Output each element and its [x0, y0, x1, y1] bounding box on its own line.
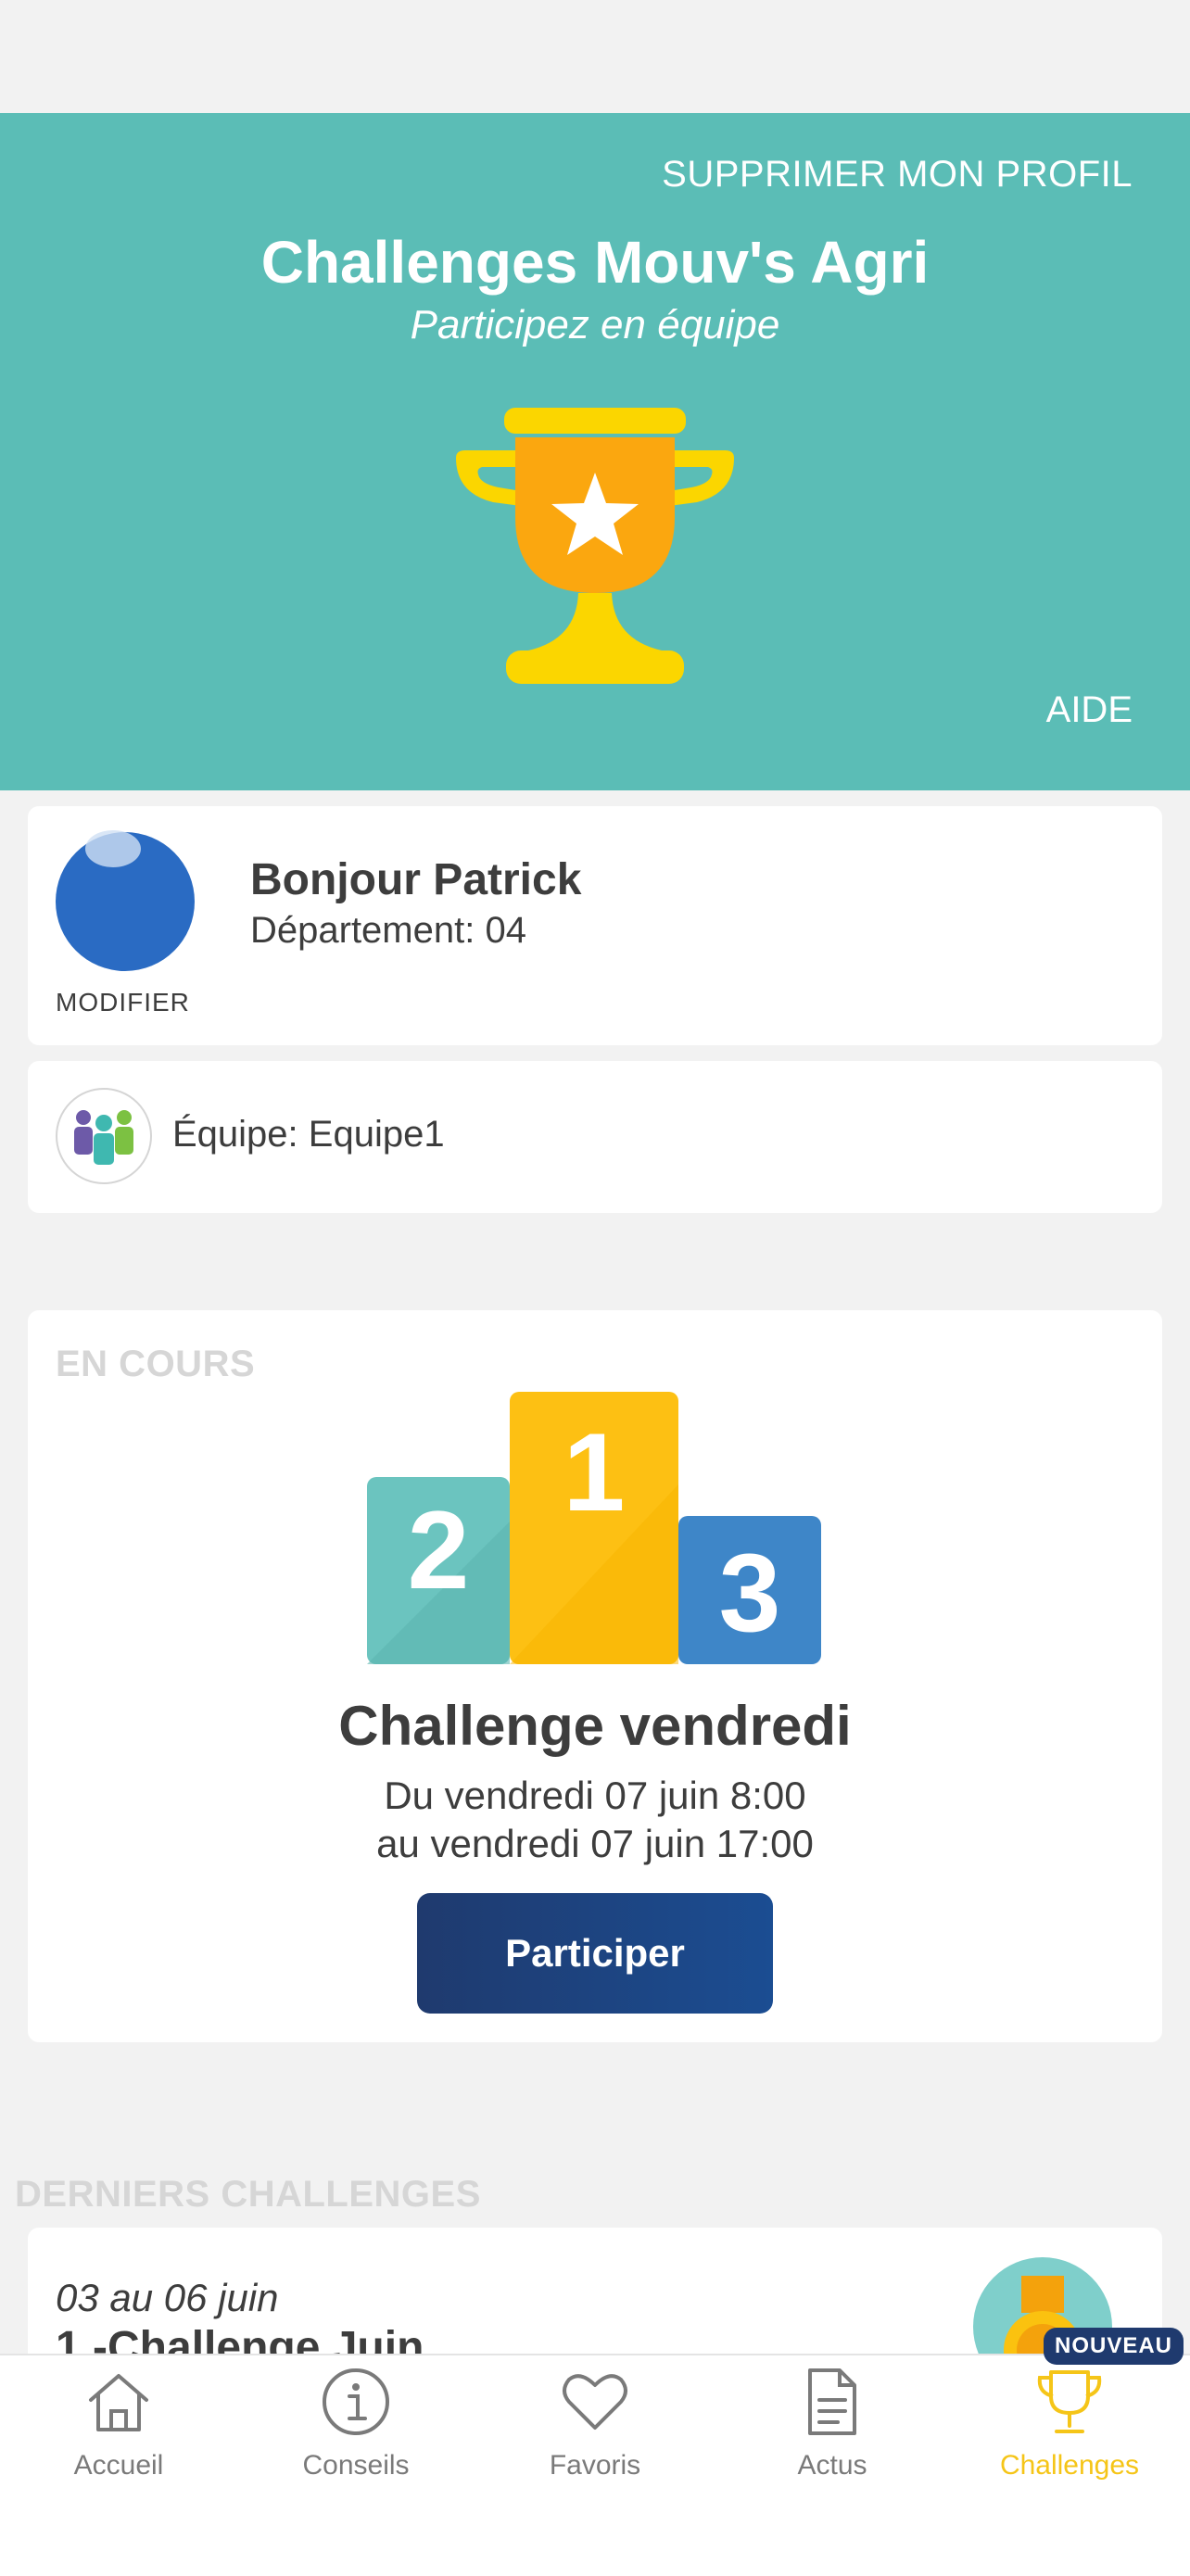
tab-challenges[interactable]: Challenges — [951, 2365, 1188, 2494]
document-icon — [808, 2368, 856, 2435]
user-greeting: Bonjour Patrick — [250, 855, 582, 904]
user-department: Département: 04 — [250, 910, 526, 951]
challenge-end-date: au vendredi 07 juin 17:00 — [376, 1822, 814, 1865]
podium-first-label: 1 — [563, 1410, 626, 1534]
challenge-start-date: Du vendredi 07 juin 8:00 — [384, 1774, 806, 1817]
modify-profile-button[interactable]: MODIFIER — [56, 988, 190, 1017]
tab-label-favoris: Favoris — [549, 2450, 641, 2481]
past-challenge-dates: 03 au 06 juin — [56, 2276, 279, 2319]
team-name: Équipe: Equipe1 — [172, 1114, 445, 1155]
tab-label-accueil: Accueil — [73, 2450, 164, 2481]
podium-icon: 2 1 3 — [367, 1392, 821, 1664]
heart-icon — [563, 2374, 627, 2430]
new-badge: NOUVEAU — [1044, 2328, 1184, 2365]
tab-actus[interactable]: Actus — [714, 2365, 951, 2494]
home-icon — [89, 2374, 148, 2431]
section-title-current: EN COURS — [56, 1344, 256, 1384]
profile-card — [28, 806, 1162, 1045]
tab-favoris[interactable]: Favoris — [476, 2365, 714, 2494]
podium-third-label: 3 — [719, 1531, 781, 1655]
challenge-dates: Du vendredi 07 juin 8:00 au vendredi 07 … — [0, 1772, 1190, 1868]
participate-button[interactable]: Participer — [417, 1893, 773, 2014]
trophy-icon — [456, 408, 734, 684]
tab-label-conseils: Conseils — [302, 2450, 410, 2481]
tab-label-challenges: Challenges — [999, 2450, 1140, 2481]
tab-label-actus: Actus — [797, 2450, 867, 2481]
team-icon — [56, 1088, 152, 1184]
delete-profile-link[interactable]: SUPPRIMER MON PROFIL — [662, 154, 1133, 196]
info-icon — [323, 2368, 389, 2435]
challenge-title: Challenge vendredi — [338, 1695, 852, 1757]
page-title: Challenges Mouv's Agri — [260, 229, 930, 296]
tab-conseils[interactable]: Conseils — [237, 2365, 475, 2494]
help-link[interactable]: AIDE — [1046, 689, 1133, 731]
tab-accueil[interactable]: Accueil — [0, 2365, 237, 2494]
podium-second-label: 2 — [408, 1488, 470, 1612]
page-subtitle: Participez en équipe — [410, 302, 780, 347]
section-title-past: DERNIERS CHALLENGES — [15, 2174, 481, 2215]
trophy-tab-icon — [1037, 2370, 1102, 2433]
avatar-highlight — [85, 830, 141, 867]
